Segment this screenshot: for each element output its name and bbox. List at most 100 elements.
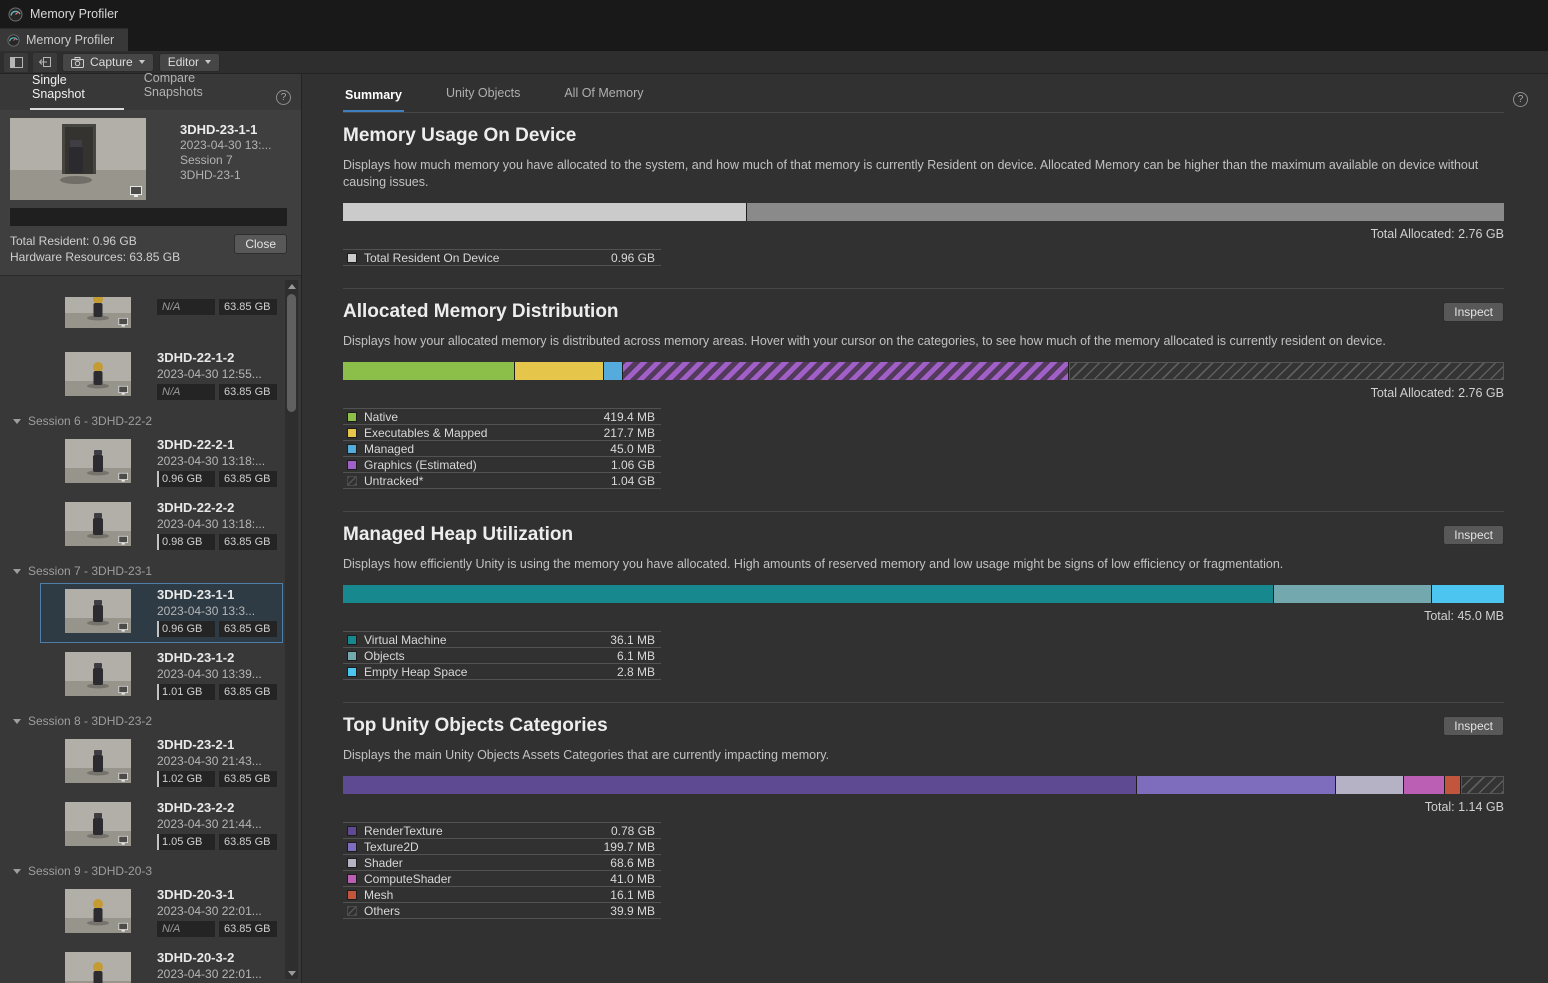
snapshot-meta: 3DHD-23-2-22023-04-30 21:44...1.05 GB63.…: [157, 800, 277, 850]
hardware-memory-value: 63.85 GB: [219, 684, 277, 700]
tab-all-of-memory[interactable]: All Of Memory: [562, 86, 645, 112]
capture-button[interactable]: Capture: [62, 53, 154, 72]
open-snapshot-memory-bar: [10, 208, 287, 226]
snapshot-item-3dhd-23-2-1[interactable]: 3DHD-23-2-12023-04-30 21:43...1.02 GB63.…: [40, 733, 283, 793]
resident-memory-value: 0.96 GB: [157, 621, 215, 637]
legend-swatch: [347, 460, 357, 470]
bar-segment-texture2d[interactable]: [1137, 776, 1336, 794]
snapshot-name: 3DHD-23-2-1: [157, 737, 277, 753]
snapshot-item-3dhd-22-2-2[interactable]: 3DHD-22-2-22023-04-30 13:18:...0.98 GB63…: [40, 496, 283, 556]
snapshot-name: 3DHD-23-2-2: [157, 800, 277, 816]
snapshot-item-3dhd-22-2-1[interactable]: 3DHD-22-2-12023-04-30 13:18:...0.96 GB63…: [40, 433, 283, 493]
inspect-button-top-unity-objects-categories[interactable]: Inspect: [1443, 716, 1504, 736]
open-snapshot-date: 2023-04-30 13:...: [180, 138, 271, 153]
bar-segment-virtual-machine[interactable]: [343, 585, 1274, 603]
legend: Virtual Machine36.1 MBObjects6.1 MBEmpty…: [343, 631, 661, 680]
snapshot-item-3dhd-23-1-2[interactable]: 3DHD-23-1-22023-04-30 13:39...1.01 GB63.…: [40, 646, 283, 706]
legend-label: Empty Heap Space: [364, 665, 610, 679]
open-snapshot-session: Session 7: [180, 153, 271, 168]
legend-swatch: [347, 476, 357, 486]
profiler-app-icon: [8, 7, 23, 22]
bar-segment-mesh[interactable]: [1445, 776, 1461, 794]
section-managed-heap-utilization: Managed Heap UtilizationInspectDisplays …: [343, 511, 1504, 702]
legend-swatch: [347, 906, 357, 916]
bar-total-label: Total Allocated: 2.76 GB: [343, 227, 1504, 241]
hardware-memory-value: 63.85 GB: [219, 771, 277, 787]
legend-swatch: [347, 842, 357, 852]
snapshot-thumbnail: [65, 739, 131, 783]
snapshot-date: 2023-04-30 12:55...: [157, 366, 277, 382]
bar-segment-untracked[interactable]: [1069, 362, 1504, 380]
bar-segment-executables-mapped[interactable]: [515, 362, 604, 380]
legend-label: Total Resident On Device: [364, 251, 604, 265]
session-header-session-7-3dhd-23-1[interactable]: Session 7 - 3DHD-23-1: [0, 559, 301, 583]
capture-dropdown-caret-icon[interactable]: [139, 60, 145, 64]
scrollbar-thumb[interactable]: [287, 294, 296, 412]
editor-dropdown[interactable]: Editor: [159, 53, 220, 72]
inspect-button-allocated-memory-distribution[interactable]: Inspect: [1443, 302, 1504, 322]
legend-row-texture2d: Texture2D199.7 MB: [343, 839, 661, 855]
bar-segment-native[interactable]: [343, 362, 515, 380]
close-button[interactable]: Close: [234, 234, 287, 254]
snapshot-thumbnail: [65, 502, 131, 546]
bar-segment-managed[interactable]: [604, 362, 623, 380]
memory-profiler-tab-icon: [7, 34, 20, 47]
legend: Total Resident On Device0.96 GB: [343, 249, 661, 266]
legend-label: Graphics (Estimated): [364, 458, 604, 472]
resident-memory-value: 0.98 GB: [157, 534, 215, 550]
snapshot-thumbnail: [65, 952, 131, 983]
bar-segment-allocated-not-resident[interactable]: [747, 203, 1504, 221]
legend-row-objects: Objects6.1 MB: [343, 648, 661, 664]
scroll-down-arrow[interactable]: [285, 967, 298, 979]
section-memory-usage-on-device: Memory Usage On DeviceDisplays how much …: [343, 112, 1504, 288]
legend-row-mesh: Mesh16.1 MB: [343, 887, 661, 903]
session-header-session-8-3dhd-23-2[interactable]: Session 8 - 3DHD-23-2: [0, 709, 301, 733]
snapshot-values: N/A63.85 GB: [157, 299, 277, 315]
summary-sections: Memory Usage On DeviceDisplays how much …: [302, 112, 1548, 983]
sidebar-scrollbar[interactable]: [285, 280, 298, 979]
section-description: Displays the main Unity Objects Assets C…: [343, 747, 1503, 764]
snapshot-item-3dhd-23-2-2[interactable]: 3DHD-23-2-22023-04-30 21:44...1.05 GB63.…: [40, 796, 283, 856]
snapshot-meta: 2023-04-30 12:54...N/A63.85 GB: [157, 297, 277, 337]
snapshots-sidebar: Single Snapshot Compare Snapshots ?: [0, 74, 302, 983]
bar-segment-graphics-estimated[interactable]: [623, 362, 1069, 380]
legend-label: Others: [364, 904, 603, 918]
sidebar-help-icon[interactable]: ?: [276, 90, 291, 105]
snapshot-item-3dhd-23-1-1[interactable]: 3DHD-23-1-12023-04-30 13:3...0.96 GB63.8…: [40, 583, 283, 643]
tab-summary[interactable]: Summary: [343, 88, 404, 112]
snapshot-values: 0.98 GB63.85 GB: [157, 534, 277, 550]
legend: RenderTexture0.78 GBTexture2D199.7 MBSha…: [343, 822, 661, 919]
inspect-button-managed-heap-utilization[interactable]: Inspect: [1443, 525, 1504, 545]
summary-help-icon[interactable]: ?: [1513, 92, 1528, 107]
monitor-icon: [118, 318, 128, 325]
panel-toggle-button[interactable]: [4, 53, 28, 72]
snapshot-item-3dhd-20-3-2[interactable]: 3DHD-20-3-22023-04-30 22:01...N/A63.85 G…: [40, 946, 283, 983]
bar-segment-empty-heap-space[interactable]: [1432, 585, 1504, 603]
snapshot-values: N/A63.85 GB: [157, 921, 277, 937]
hardware-memory-value: 63.85 GB: [219, 534, 277, 550]
session-header-session-6-3dhd-22-2[interactable]: Session 6 - 3DHD-22-2: [0, 409, 301, 433]
session-header-session-9-3dhd-20-3[interactable]: Session 9 - 3DHD-20-3: [0, 859, 301, 883]
tab-unity-objects[interactable]: Unity Objects: [444, 86, 522, 112]
snapshot-item-2023-04-30-12-54[interactable]: 2023-04-30 12:54...N/A63.85 GB: [40, 296, 283, 343]
scroll-up-arrow[interactable]: [285, 280, 298, 292]
bar-segment-objects[interactable]: [1274, 585, 1432, 603]
bar-segment-computeshader[interactable]: [1404, 776, 1445, 794]
snapshot-item-3dhd-22-1-2[interactable]: 3DHD-22-1-22023-04-30 12:55...N/A63.85 G…: [40, 346, 283, 406]
window-tabstrip: Memory Profiler: [0, 28, 1548, 51]
bar-segment-shader[interactable]: [1336, 776, 1404, 794]
snapshot-date: 2023-04-30 21:43...: [157, 753, 277, 769]
bar-segment-rendertexture[interactable]: [343, 776, 1137, 794]
legend-swatch: [347, 874, 357, 884]
snapshot-item-3dhd-20-3-1[interactable]: 3DHD-20-3-12023-04-30 22:01...N/A63.85 G…: [40, 883, 283, 943]
tab-single-snapshot[interactable]: Single Snapshot: [30, 73, 124, 110]
bar-segment-total-resident-on-device[interactable]: [343, 203, 747, 221]
snapshot-meta: 3DHD-20-3-12023-04-30 22:01...N/A63.85 G…: [157, 887, 277, 937]
bar-segment-others[interactable]: [1461, 776, 1504, 794]
snapshot-meta: 3DHD-23-2-12023-04-30 21:43...1.02 GB63.…: [157, 737, 277, 787]
monitor-icon: [118, 836, 128, 843]
monitor-icon: [118, 773, 128, 780]
tab-compare-snapshots[interactable]: Compare Snapshots: [142, 71, 258, 110]
import-snapshot-button[interactable]: [33, 53, 57, 72]
tab-memory-profiler-window[interactable]: Memory Profiler: [0, 28, 128, 51]
